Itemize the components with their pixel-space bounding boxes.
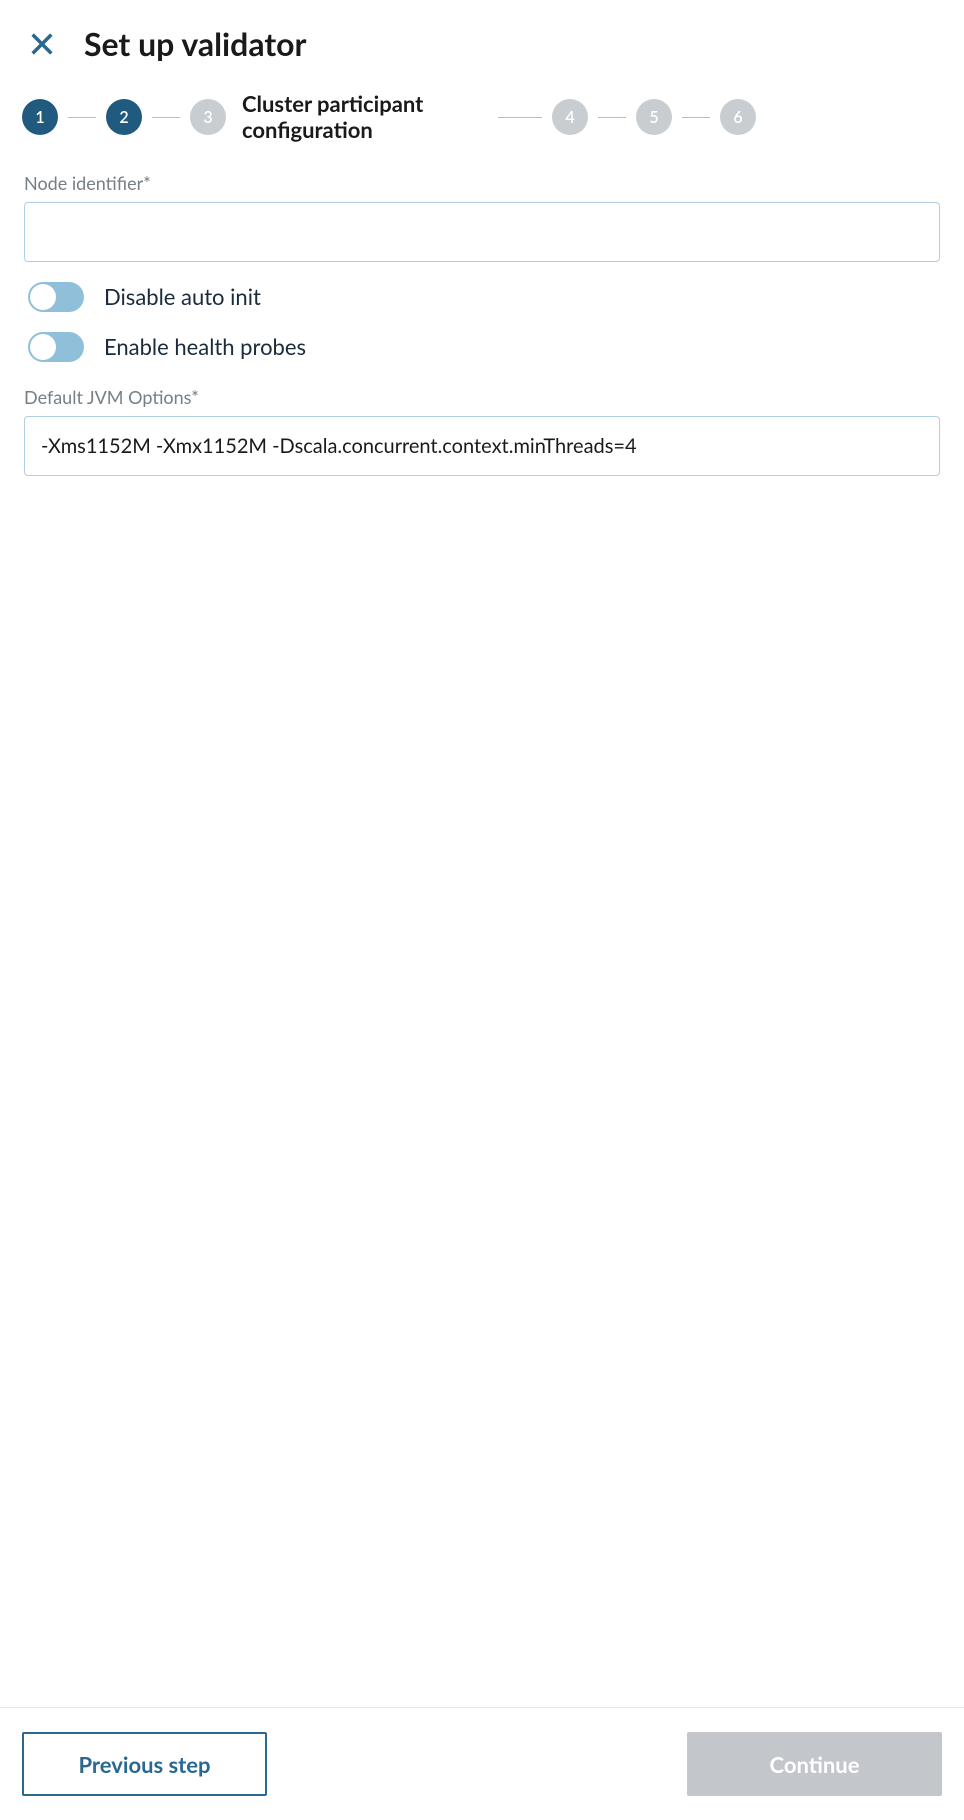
- disable-auto-init-label: Disable auto init: [104, 283, 261, 310]
- step-connector: [682, 117, 710, 118]
- step-4[interactable]: 4: [552, 99, 588, 135]
- node-identifier-input[interactable]: [24, 202, 940, 262]
- step-5[interactable]: 5: [636, 99, 672, 135]
- step-2[interactable]: 2: [106, 99, 142, 135]
- progress-stepper: 1 2 3 Cluster participant configuration …: [0, 81, 964, 172]
- node-identifier-label: Node identifier*: [24, 172, 940, 194]
- step-connector: [598, 117, 626, 118]
- step-connector: [68, 117, 96, 118]
- disable-auto-init-toggle[interactable]: [28, 282, 84, 312]
- jvm-options-label: Default JVM Options*: [24, 386, 940, 408]
- dialog-footer: Previous step Continue: [0, 1707, 964, 1820]
- enable-health-probes-toggle[interactable]: [28, 332, 84, 362]
- jvm-options-field: Default JVM Options*: [24, 386, 940, 476]
- form-area: Node identifier* Disable auto init Enabl…: [0, 172, 964, 476]
- page-title: Set up validator: [84, 24, 306, 63]
- disable-auto-init-row: Disable auto init: [28, 282, 936, 312]
- step-connector: [498, 117, 542, 118]
- node-identifier-field: Node identifier*: [24, 172, 940, 262]
- step-connector: [152, 117, 180, 118]
- jvm-options-input[interactable]: [24, 416, 940, 476]
- enable-health-probes-row: Enable health probes: [28, 332, 936, 362]
- enable-health-probes-label: Enable health probes: [104, 333, 306, 360]
- step-3[interactable]: 3: [190, 99, 226, 135]
- step-3-label: Cluster participant configuration: [242, 91, 472, 144]
- step-1[interactable]: 1: [22, 99, 58, 135]
- close-icon[interactable]: [28, 30, 56, 58]
- step-6[interactable]: 6: [720, 99, 756, 135]
- continue-button[interactable]: Continue: [687, 1732, 942, 1796]
- dialog-header: Set up validator: [0, 0, 964, 81]
- previous-step-button[interactable]: Previous step: [22, 1732, 267, 1796]
